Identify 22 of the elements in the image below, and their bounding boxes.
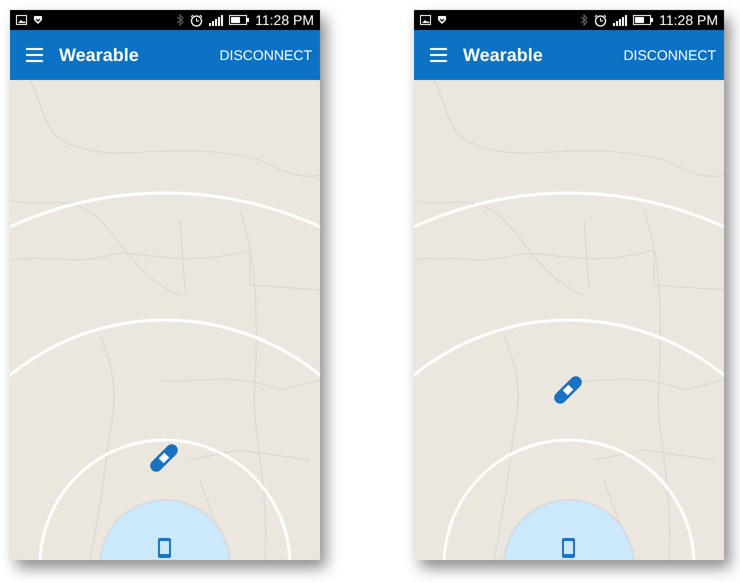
menu-icon[interactable] bbox=[430, 48, 447, 62]
shield-icon bbox=[33, 15, 43, 25]
bluetooth-icon bbox=[176, 14, 184, 26]
alarm-icon bbox=[594, 14, 608, 26]
shield-icon bbox=[437, 15, 447, 25]
alarm-icon bbox=[190, 14, 204, 26]
app-title: Wearable bbox=[463, 44, 544, 66]
bluetooth-icon bbox=[580, 14, 588, 26]
menu-icon[interactable] bbox=[26, 48, 43, 62]
image-icon bbox=[16, 15, 27, 25]
image-icon bbox=[420, 15, 431, 25]
battery-icon bbox=[633, 15, 654, 25]
status-time: 11:28 PM bbox=[255, 12, 314, 28]
battery-icon bbox=[229, 15, 250, 25]
status-time: 11:28 PM bbox=[659, 12, 718, 28]
disconnect-button[interactable]: DISCONNECT bbox=[621, 43, 718, 67]
app-title: Wearable bbox=[59, 44, 140, 66]
phone-icon bbox=[562, 538, 575, 558]
disconnect-button[interactable]: DISCONNECT bbox=[217, 43, 314, 67]
signal-icon bbox=[209, 14, 224, 26]
signal-icon bbox=[613, 14, 628, 26]
phone-icon bbox=[158, 538, 171, 558]
